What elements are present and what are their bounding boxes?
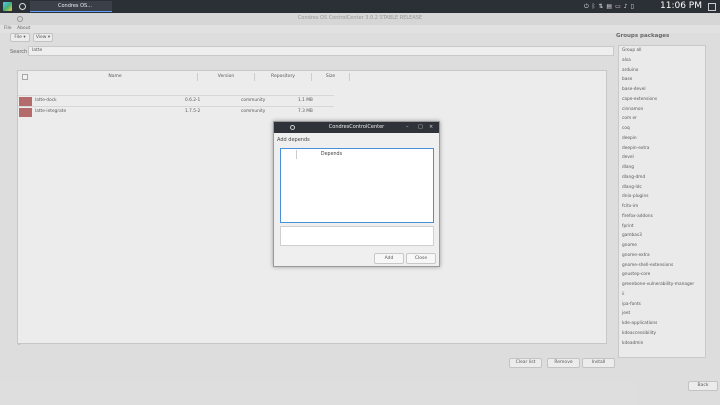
- clipboard-icon[interactable]: ▤: [606, 2, 612, 11]
- clock[interactable]: 11:06 PM: [660, 1, 702, 12]
- power-icon[interactable]: ⏻: [584, 2, 589, 11]
- show-desktop-icon[interactable]: [708, 3, 716, 11]
- close-icon[interactable]: ×: [429, 122, 433, 133]
- network-icon[interactable]: ⇅: [598, 2, 603, 11]
- maximize-icon[interactable]: □: [418, 122, 423, 133]
- add-depends-dialog: CondresControlCenter – □ × Add depends D…: [273, 121, 440, 267]
- system-tray: ⏻ ᛒ ⇅ ▤ ▭ ♪ ▯: [584, 2, 634, 11]
- dialog-icon: [290, 125, 295, 130]
- minimize-icon[interactable]: –: [406, 122, 409, 133]
- dialog-heading: Add depends: [277, 137, 310, 143]
- dialog-title: CondresControlCenter: [328, 124, 385, 130]
- app-icon[interactable]: [19, 3, 26, 10]
- add-button[interactable]: Add: [374, 253, 404, 264]
- system-panel: Condres OS... ⏻ ᛒ ⇅ ▤ ▭ ♪ ▯ 11:06 PM: [0, 0, 720, 13]
- close-button[interactable]: Close: [406, 253, 436, 264]
- notification-icon[interactable]: ▯: [631, 2, 634, 11]
- depends-list[interactable]: Depends: [280, 148, 434, 223]
- app-menu-icon[interactable]: [3, 2, 12, 11]
- monitor-icon[interactable]: ▭: [615, 2, 621, 11]
- volume-icon[interactable]: ♪: [624, 2, 628, 11]
- taskbar-item[interactable]: Condres OS...: [30, 1, 112, 12]
- depends-input[interactable]: [280, 226, 434, 246]
- depends-column-header[interactable]: Depends: [296, 150, 366, 159]
- taskbar-item-label: Condres OS...: [58, 3, 92, 9]
- bluetooth-icon[interactable]: ᛒ: [592, 2, 596, 11]
- dialog-titlebar: CondresControlCenter – □ ×: [274, 122, 439, 133]
